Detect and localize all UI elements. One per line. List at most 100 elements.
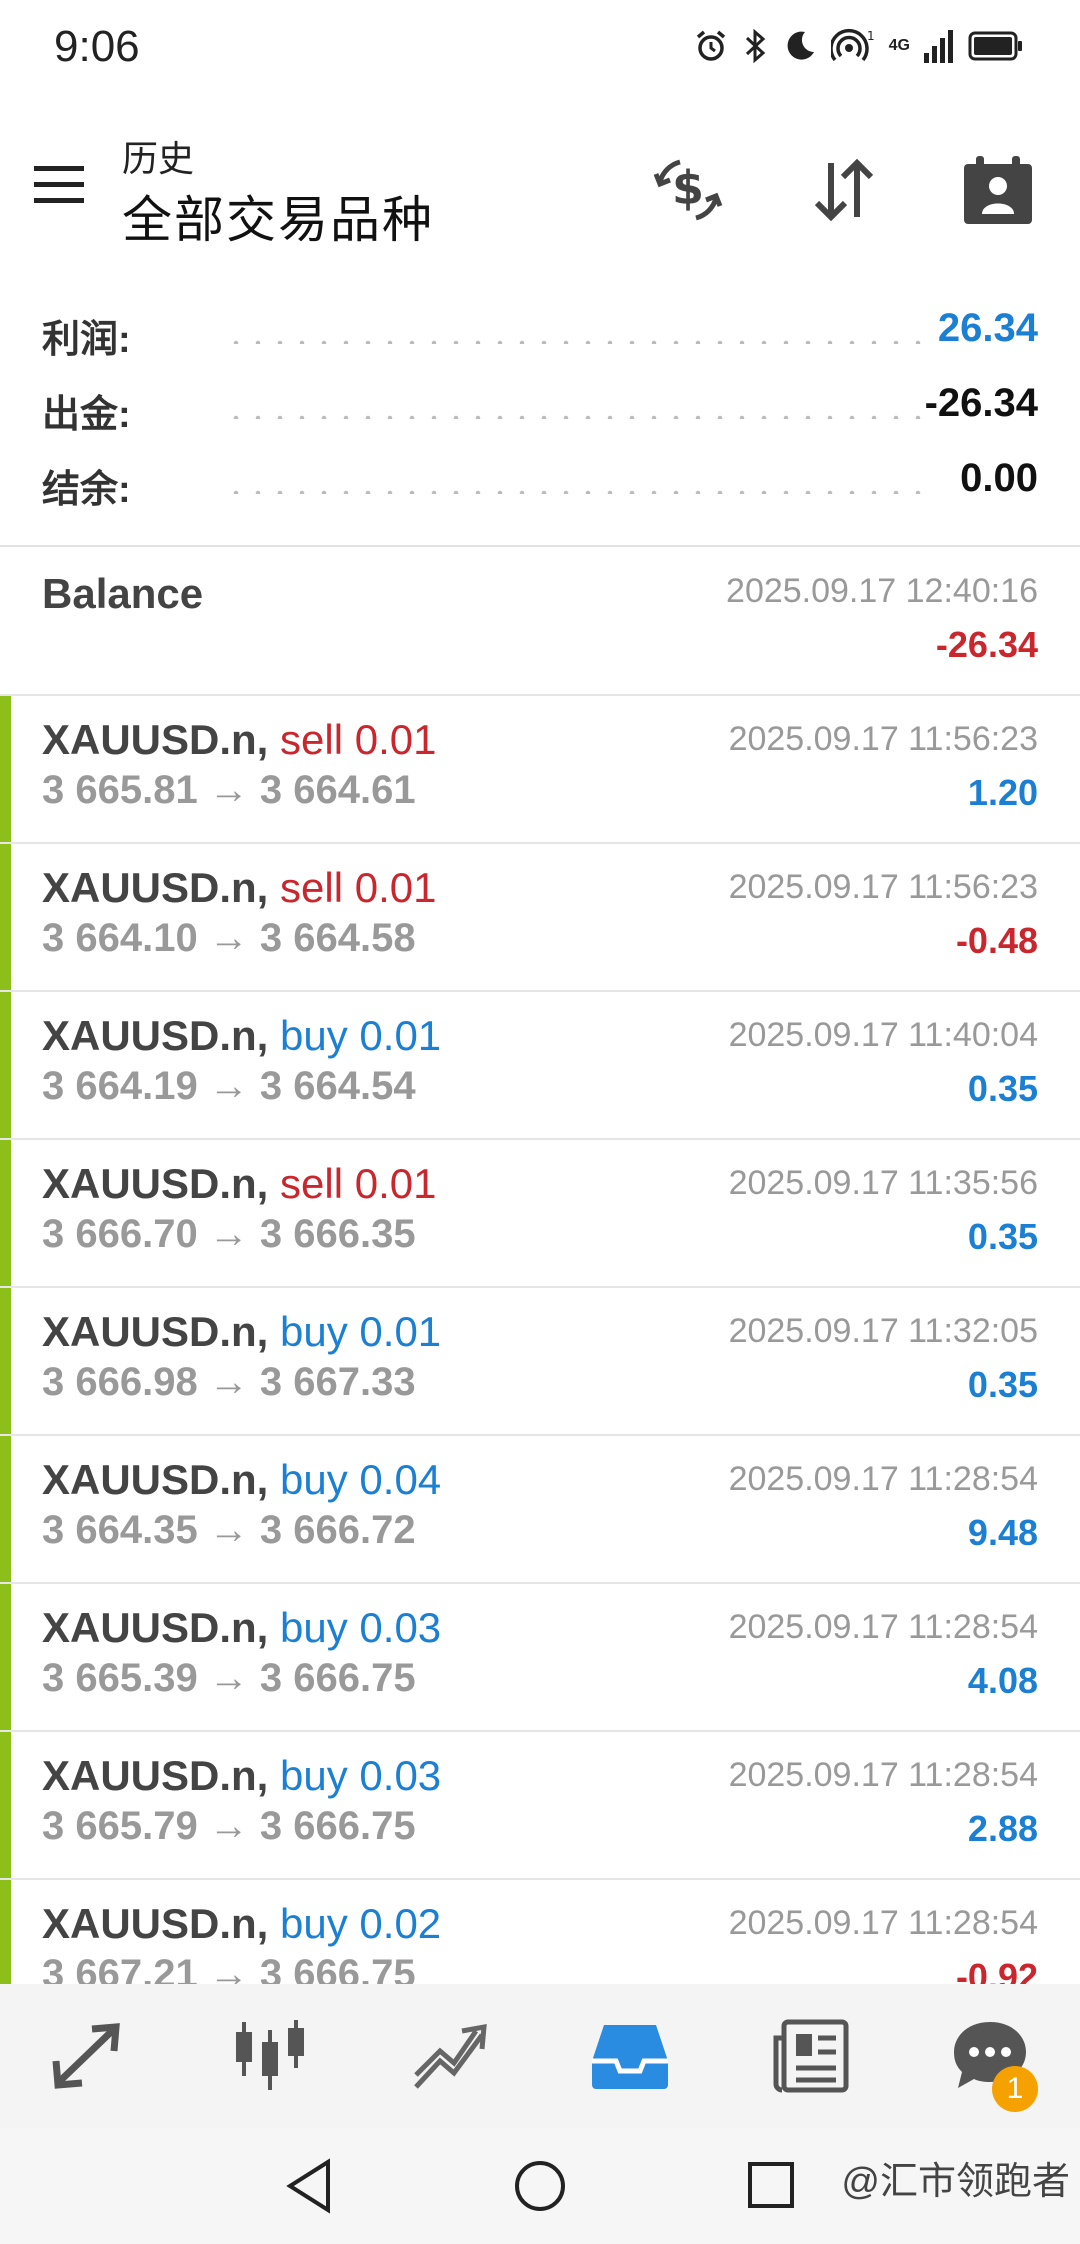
trade-title: XAUUSD.n, buy 0.02 <box>42 1900 441 1948</box>
trade-row[interactable]: XAUUSD.n, buy 0.01 3 664.19 → 3 664.54 202… <box>0 992 1080 1140</box>
trade-symbol: XAUUSD.n, <box>42 1456 269 1503</box>
history-list[interactable]: Balance 2025.09.17 12:40:16 -26.34 XAUUS… <box>0 548 1080 1984</box>
svg-text:1: 1 <box>867 29 875 43</box>
nav-history[interactable] <box>540 1984 720 2128</box>
trade-prices: 3 666.98 → 3 667.33 <box>42 1360 416 1404</box>
nav-chart[interactable] <box>360 1984 540 2128</box>
trade-type: buy 0.01 <box>280 1308 442 1355</box>
trade-row[interactable]: XAUUSD.n, buy 0.03 3 665.39 → 3 666.75 202… <box>0 1584 1080 1732</box>
trade-title: XAUUSD.n, buy 0.03 <box>42 1752 441 1800</box>
trade-type: sell 0.01 <box>280 716 437 763</box>
news-icon <box>773 2019 849 2093</box>
row-status-bar <box>0 696 11 842</box>
trade-title: XAUUSD.n, buy 0.04 <box>42 1456 441 1504</box>
moon-icon <box>787 31 814 60</box>
chat-badge: 1 <box>992 2066 1038 2112</box>
status-time: 9:06 <box>54 22 140 71</box>
status-bar: 9:06 1 4G <box>0 0 1080 100</box>
trade-profit: 4.08 <box>967 1660 1038 1701</box>
row-status-bar <box>0 1140 11 1286</box>
row-amount: -26.34 <box>935 624 1038 665</box>
trade-symbol: XAUUSD.n, <box>42 1160 269 1207</box>
home-icon[interactable] <box>512 2156 568 2216</box>
back-icon[interactable] <box>282 2156 338 2216</box>
trade-title: XAUUSD.n, buy 0.01 <box>42 1308 441 1356</box>
trade-prices: 3 665.39 → 3 666.75 <box>42 1656 416 1700</box>
alarm-icon <box>696 30 725 61</box>
trade-symbol: XAUUSD.n, <box>42 1752 269 1799</box>
trade-icon <box>52 2023 120 2089</box>
row-status-bar <box>0 1436 11 1582</box>
system-nav-bar: @汇市领跑者 <box>0 2128 1080 2244</box>
summary-withdrawal-row: 出金: -26.34 <box>0 375 1080 450</box>
trade-profit: 0.35 <box>967 1216 1038 1257</box>
balance-title: Balance <box>42 570 204 617</box>
nav-trade[interactable] <box>0 1984 180 2128</box>
trade-row[interactable]: XAUUSD.n, buy 0.03 3 665.79 → 3 666.75 202… <box>0 1732 1080 1880</box>
recents-icon[interactable] <box>744 2156 800 2216</box>
summary-value: 26.34 <box>937 306 1038 350</box>
summary-value: 0.00 <box>960 456 1038 500</box>
trade-title: XAUUSD.n, sell 0.01 <box>42 716 436 764</box>
trade-type: buy 0.01 <box>280 1012 442 1059</box>
currency-exchange-icon: $ <box>653 159 723 221</box>
trade-prices: 3 665.79 → 3 666.75 <box>42 1804 416 1848</box>
trade-row[interactable]: XAUUSD.n, buy 0.01 3 666.98 → 3 667.33 202… <box>0 1288 1080 1436</box>
app-header: 历史 全部交易品种 $ <box>0 110 1080 260</box>
summary-profit-row: 利润: 26.34 <box>0 300 1080 375</box>
trade-prices: 3 666.70 → 3 666.35 <box>42 1212 416 1256</box>
dotted-leader <box>225 415 930 419</box>
nav-news[interactable] <box>720 1984 900 2128</box>
svg-text:$: $ <box>672 161 704 215</box>
trade-symbol: XAUUSD.n, <box>42 864 269 911</box>
menu-icon[interactable] <box>30 160 88 210</box>
trade-type: buy 0.04 <box>280 1456 442 1503</box>
header-title[interactable]: 全部交易品种 <box>122 180 434 252</box>
signal-label: 4G <box>888 37 910 54</box>
balance-row[interactable]: Balance 2025.09.17 12:40:16 -26.34 <box>0 548 1080 696</box>
trade-row[interactable]: XAUUSD.n, sell 0.01 3 665.81 → 3 664.61 20… <box>0 696 1080 844</box>
row-time: 2025.09.17 11:40:04 <box>728 1016 1038 1054</box>
watermark: @汇市领跑者 <box>841 2161 1070 2203</box>
row-time: 2025.09.17 11:35:56 <box>728 1164 1038 1202</box>
trade-type: sell 0.01 <box>280 1160 437 1207</box>
trade-prices: 3 665.81 → 3 664.61 <box>42 768 416 812</box>
trade-row[interactable]: XAUUSD.n, sell 0.01 3 666.70 → 3 666.35 20… <box>0 1140 1080 1288</box>
trade-row[interactable]: XAUUSD.n, sell 0.01 3 664.10 → 3 664.58 20… <box>0 844 1080 992</box>
trade-profit: -0.48 <box>955 920 1038 961</box>
row-time: 2025.09.17 12:40:16 <box>726 572 1038 610</box>
row-time: 2025.09.17 11:56:23 <box>728 720 1038 758</box>
trade-symbol: XAUUSD.n, <box>42 716 269 763</box>
sort-icon <box>814 158 874 222</box>
trade-type: sell 0.01 <box>280 864 437 911</box>
trade-prices: 3 664.35 → 3 666.72 <box>42 1508 416 1552</box>
trade-row[interactable]: XAUUSD.n, buy 0.04 3 664.35 → 3 666.72 202… <box>0 1436 1080 1584</box>
currency-exchange-button[interactable]: $ <box>648 150 728 230</box>
bluetooth-icon <box>745 28 765 64</box>
nav-quotes[interactable] <box>180 1984 360 2128</box>
battery-icon <box>968 31 1022 61</box>
trade-title: XAUUSD.n, buy 0.03 <box>42 1604 441 1652</box>
row-time: 2025.09.17 11:32:05 <box>728 1312 1038 1350</box>
sort-button[interactable] <box>804 150 884 230</box>
trade-profit: 0.35 <box>967 1364 1038 1405</box>
row-time: 2025.09.17 11:28:54 <box>728 1756 1038 1794</box>
trade-type: buy 0.02 <box>280 1900 442 1947</box>
row-status-bar <box>0 992 11 1138</box>
summary-panel: 利润: 26.34 出金: -26.34 结余: 0.00 <box>0 300 1080 525</box>
row-status-bar <box>0 1584 11 1730</box>
row-status-bar <box>0 1732 11 1878</box>
summary-balance-row: 结余: 0.00 <box>0 450 1080 525</box>
trade-profit: -0.92 <box>955 1956 1038 1984</box>
hotspot-icon: 1 <box>830 29 875 62</box>
nav-chat[interactable]: 1 <box>900 1984 1080 2128</box>
calendar-button[interactable] <box>958 150 1038 230</box>
divider <box>0 545 1080 547</box>
row-time: 2025.09.17 11:28:54 <box>728 1608 1038 1646</box>
trade-title: XAUUSD.n, buy 0.01 <box>42 1012 441 1060</box>
trade-profit: 9.48 <box>967 1512 1038 1553</box>
trade-prices: 3 664.10 → 3 664.58 <box>42 916 416 960</box>
trade-row[interactable]: XAUUSD.n, buy 0.02 3 667.21 → 3 666.75 202… <box>0 1880 1080 1984</box>
dotted-leader <box>225 490 930 494</box>
summary-value: -26.34 <box>924 381 1038 425</box>
